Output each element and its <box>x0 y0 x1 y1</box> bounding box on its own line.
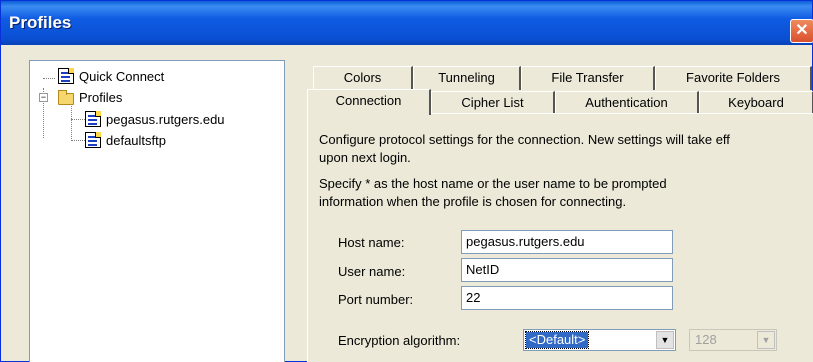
tree-item-quick-connect[interactable]: Quick Connect <box>58 68 164 84</box>
window-title: Profiles <box>9 13 72 32</box>
key-size-value: 128 <box>695 332 717 347</box>
tree-connector <box>71 119 85 120</box>
tab-cipher-list[interactable]: Cipher List <box>431 91 555 115</box>
collapse-expander-icon[interactable]: − <box>39 93 48 102</box>
quick-connect-icon <box>58 68 74 84</box>
tab-colors[interactable]: Colors <box>313 66 413 90</box>
tree-item-label: Quick Connect <box>79 68 165 84</box>
tab-connection[interactable]: Connection <box>307 89 431 115</box>
profiles-tree[interactable]: Quick Connect − Profiles pegasus.rutgers… <box>29 60 285 362</box>
tree-item-defaultsftp[interactable]: defaultsftp <box>85 132 166 148</box>
profiles-window: Profiles ✕ Quick Connect − Profiles pega… <box>0 0 813 362</box>
tab-favorite-folders[interactable]: Favorite Folders <box>655 66 812 90</box>
profile-settings-tabs: Colors Tunneling File Transfer Favorite … <box>307 63 813 362</box>
encryption-algorithm-label: Encryption algorithm: <box>338 333 461 348</box>
tree-item-profiles[interactable]: Profiles <box>58 89 123 105</box>
chevron-down-icon: ▼ <box>757 331 775 349</box>
chevron-down-icon[interactable]: ▼ <box>656 331 674 349</box>
tree-item-label: Profiles <box>79 90 123 105</box>
title-bar[interactable]: Profiles ✕ <box>1 1 813 45</box>
description-line: Specify * as the host name or the user n… <box>319 176 667 191</box>
folder-icon <box>58 89 74 105</box>
host-name-input[interactable]: pegasus.rutgers.edu <box>461 230 673 254</box>
port-number-input[interactable]: 22 <box>461 286 673 310</box>
tree-connector <box>43 78 55 79</box>
encryption-algorithm-select[interactable]: <Default> ▼ <box>523 329 676 351</box>
tree-item-pegasus[interactable]: pegasus.rutgers.edu <box>85 111 225 127</box>
tree-connector <box>71 140 85 141</box>
close-button[interactable]: ✕ <box>790 19 813 43</box>
description-line: information when the profile is chosen f… <box>319 194 627 209</box>
tab-tunneling[interactable]: Tunneling <box>413 66 521 90</box>
profile-icon <box>85 132 101 148</box>
host-name-label: Host name: <box>338 235 405 250</box>
connection-panel: Configure protocol settings for the conn… <box>307 113 813 362</box>
user-name-input[interactable]: NetID <box>461 258 673 282</box>
port-number-label: Port number: <box>338 292 414 307</box>
tab-file-transfer[interactable]: File Transfer <box>521 66 655 90</box>
profile-icon <box>85 111 101 127</box>
tree-item-label: defaultsftp <box>106 132 166 148</box>
description-line: Configure protocol settings for the conn… <box>319 132 730 147</box>
encryption-algorithm-value: <Default> <box>524 331 590 349</box>
tree-item-label: pegasus.rutgers.edu <box>106 111 225 127</box>
key-size-select: 128 ▼ <box>689 329 777 351</box>
user-name-label: User name: <box>338 264 406 279</box>
description-line: upon next login. <box>319 150 411 165</box>
tree-connector <box>71 103 72 141</box>
